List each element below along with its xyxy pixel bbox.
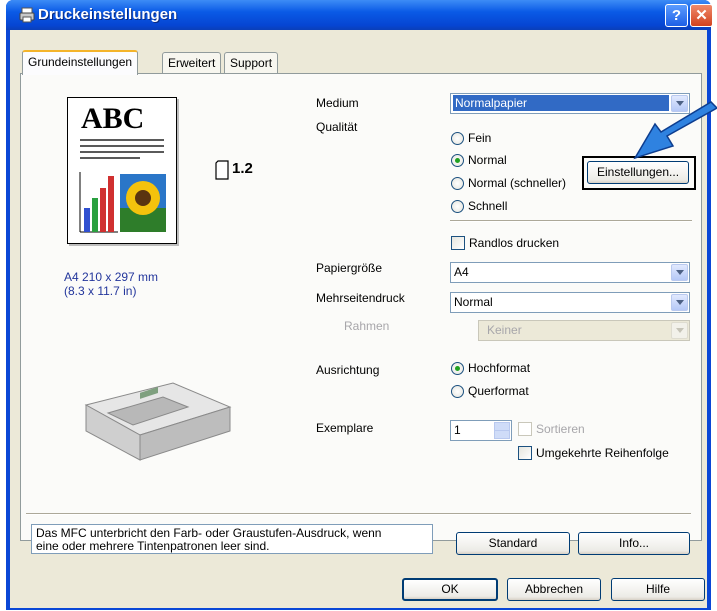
chevron-down-icon[interactable] xyxy=(671,294,688,311)
copies-indicator: 1.2 xyxy=(232,160,253,177)
tab-support[interactable]: Support xyxy=(224,52,279,73)
exemplare-spinner[interactable]: 1 xyxy=(450,420,512,441)
qualitaet-label: Qualität xyxy=(316,120,358,134)
radio-icon xyxy=(451,200,464,213)
radio-icon xyxy=(451,385,464,398)
ok-button[interactable]: OK xyxy=(402,578,498,601)
paper-size-line: (8.3 x 11.7 in) xyxy=(64,284,137,298)
mehrseitendruck-select[interactable]: Normal xyxy=(450,292,690,313)
tab-erweitert[interactable]: Erweitert xyxy=(162,52,222,73)
quality-radio-normal[interactable]: Normal xyxy=(451,153,551,169)
rahmen-select[interactable]: Keiner xyxy=(478,320,690,341)
paper-size-info: A4 210 x 297 mm (8.3 x 11.7 in) xyxy=(64,270,158,298)
sortieren-checkbox[interactable]: Sortieren xyxy=(518,422,598,438)
radio-label: Fein xyxy=(468,131,492,145)
checkbox-icon xyxy=(451,236,465,250)
abbrechen-button[interactable]: Abbrechen xyxy=(507,578,601,601)
separator xyxy=(450,220,692,222)
status-line: eine oder mehrere Tintenpatronen leer si… xyxy=(36,539,270,553)
ausrichtung-label: Ausrichtung xyxy=(316,363,380,377)
window-title: Druckeinstellungen xyxy=(38,6,178,23)
standard-button[interactable]: Standard xyxy=(456,532,570,555)
radio-icon xyxy=(451,132,464,145)
orientation-radio-hochformat[interactable]: Hochformat xyxy=(451,361,561,377)
paper-size-line: A4 210 x 297 mm xyxy=(64,270,159,284)
rahmen-label: Rahmen xyxy=(344,319,390,333)
preview-abc-text: ABC xyxy=(81,102,145,135)
umgekehrt-checkbox[interactable]: Umgekehrte Reihenfolge xyxy=(518,446,690,462)
radio-label: Normal (schneller) xyxy=(468,176,567,190)
close-button[interactable]: ✕ xyxy=(690,4,713,27)
preview-text-line xyxy=(80,145,164,147)
document-preview: ABC xyxy=(67,97,177,244)
printer-icon xyxy=(19,7,35,23)
mehrseitendruck-value: Normal xyxy=(454,295,493,309)
checkbox-icon xyxy=(518,422,532,436)
exemplare-value: 1 xyxy=(454,423,461,437)
papiergroesse-select[interactable]: A4 xyxy=(450,262,690,283)
preview-text-line xyxy=(80,139,164,141)
exemplare-label: Exemplare xyxy=(316,421,374,435)
title-bar[interactable]: Druckeinstellungen ? ✕ xyxy=(6,0,713,30)
copies-page-icon xyxy=(215,160,229,180)
preview-text-line xyxy=(80,157,140,159)
mehrseitendruck-label: Mehrseitendruck xyxy=(316,291,405,305)
quality-radio-normal-schneller[interactable]: Normal (schneller) xyxy=(451,176,581,192)
rahmen-value: Keiner xyxy=(487,323,522,337)
papiergroesse-value: A4 xyxy=(454,265,469,279)
quality-radio-fein[interactable]: Fein xyxy=(451,131,551,147)
randlos-checkbox[interactable]: Randlos drucken xyxy=(451,236,591,252)
radio-selected-icon xyxy=(451,154,464,167)
hilfe-button[interactable]: Hilfe xyxy=(611,578,705,601)
chevron-down-icon[interactable] xyxy=(671,264,688,281)
preview-text-line xyxy=(80,151,164,153)
orientation-radio-querformat[interactable]: Querformat xyxy=(451,384,561,400)
checkbox-label: Sortieren xyxy=(536,422,585,436)
help-title-button[interactable]: ? xyxy=(665,4,688,27)
medium-label: Medium xyxy=(316,96,359,110)
radio-label: Schnell xyxy=(468,199,508,213)
status-message: Das MFC unterbricht den Farb- oder Graus… xyxy=(31,524,433,554)
radio-icon xyxy=(451,177,464,190)
sunflower-image xyxy=(120,174,166,232)
chevron-down-icon[interactable] xyxy=(671,322,688,339)
checkbox-icon xyxy=(518,446,532,460)
checkbox-label: Randlos drucken xyxy=(469,236,560,250)
spinner-down-icon[interactable] xyxy=(494,430,510,439)
tab-grundeinstellungen[interactable]: Grundeinstellungen xyxy=(22,50,139,75)
quality-radio-schnell[interactable]: Schnell xyxy=(451,199,551,215)
radio-label: Hochformat xyxy=(468,361,531,375)
radio-label: Normal xyxy=(468,153,507,167)
separator xyxy=(26,513,691,515)
papiergroesse-label: Papiergröße xyxy=(316,261,383,275)
annotation-arrow-icon xyxy=(633,101,717,160)
checkbox-label: Umgekehrte Reihenfolge xyxy=(536,446,669,460)
radio-label: Querformat xyxy=(468,384,529,398)
info-button[interactable]: Info... xyxy=(578,532,690,555)
einstellungen-button[interactable]: Einstellungen... xyxy=(587,161,689,184)
radio-selected-icon xyxy=(451,362,464,375)
printer-illustration xyxy=(84,382,232,461)
